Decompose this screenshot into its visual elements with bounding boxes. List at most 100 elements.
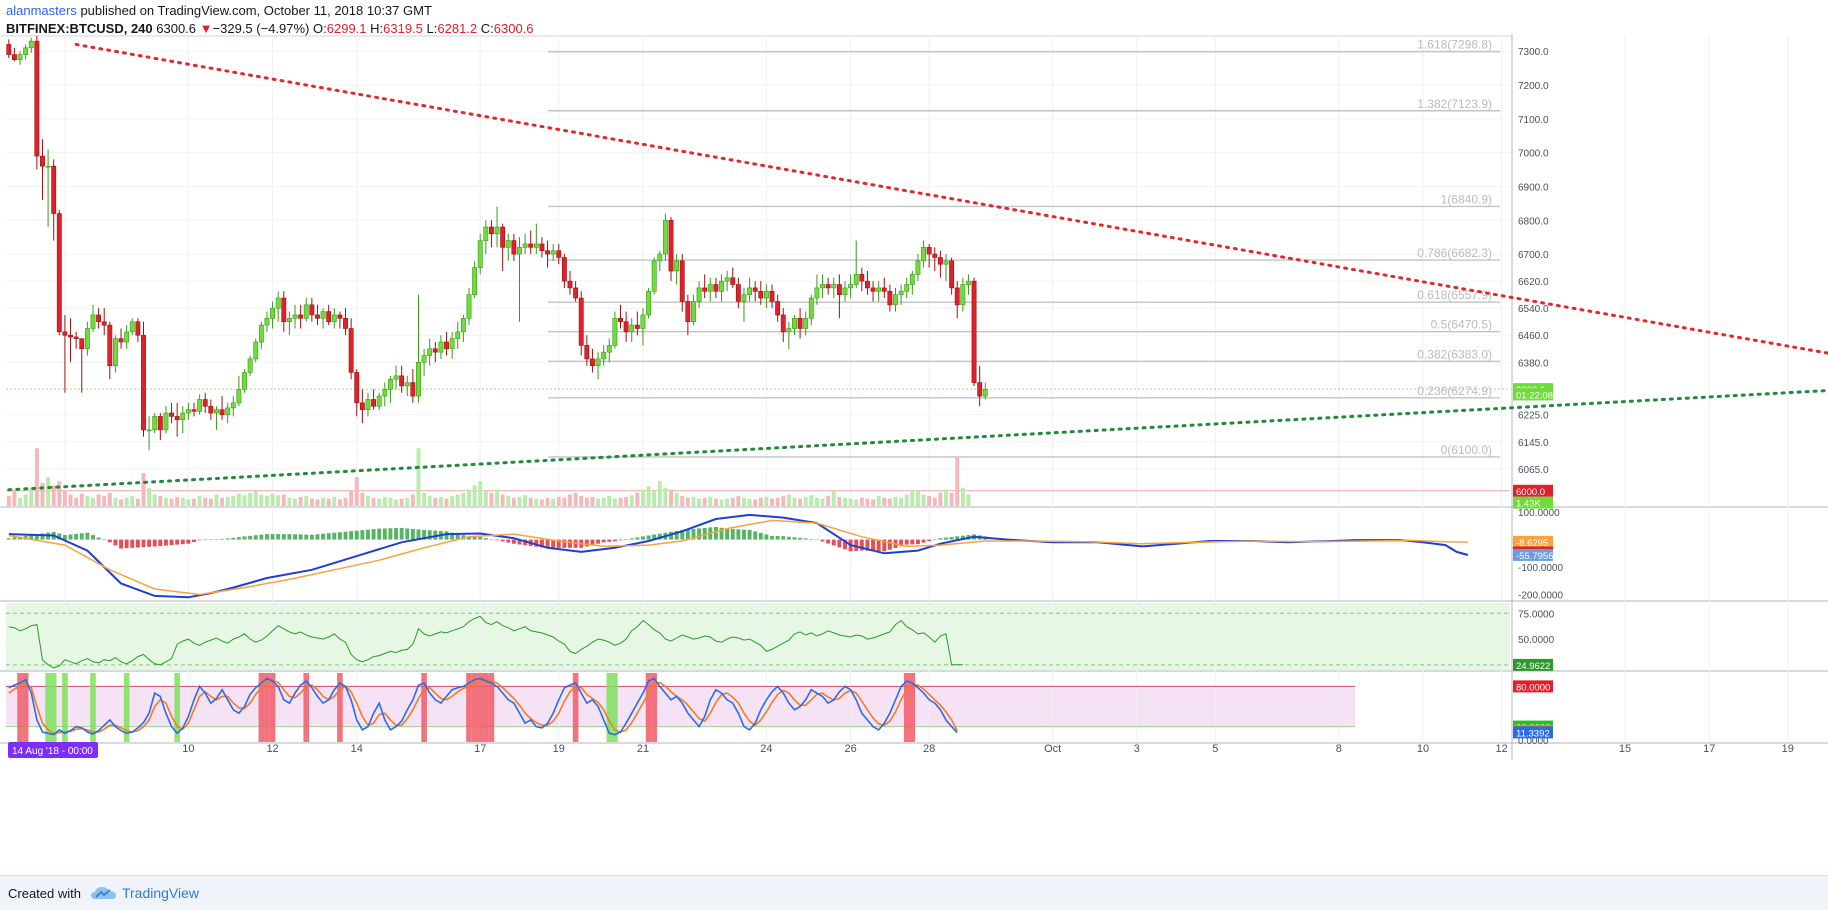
fib-level-label: 0.618(6557.9)	[1417, 288, 1492, 302]
volume-bar	[18, 497, 22, 506]
macd-histogram-bar	[612, 539, 617, 542]
volume-bar	[612, 498, 617, 506]
volume-bar	[309, 498, 314, 506]
volume-bar	[579, 496, 584, 506]
candle-body	[685, 301, 691, 323]
macd-axis-tick: -200.0000	[1518, 591, 1563, 602]
macd-histogram-bar	[770, 535, 774, 540]
volume-bar	[163, 497, 168, 506]
macd-histogram-bar	[107, 539, 112, 543]
macd-histogram-bar	[152, 539, 157, 547]
volume-bar	[753, 499, 758, 506]
macd-histogram-bar	[186, 539, 191, 544]
macd-histogram-bar	[304, 534, 309, 540]
volume-bar	[57, 481, 62, 506]
volume-bar	[388, 497, 393, 506]
candle-body	[62, 331, 68, 336]
volume-bar	[147, 487, 152, 506]
candle-body	[40, 155, 45, 167]
candle-body	[719, 280, 724, 292]
candle-body	[735, 284, 741, 302]
volume-bar	[208, 498, 213, 506]
volume-bar	[450, 496, 455, 506]
volume-bar	[270, 493, 275, 506]
chart-canvas[interactable]: 7300.0 7200.0 7100.0 7000.0 6900.0 6800.0 6700…	[0, 0, 1828, 876]
candle-body	[657, 253, 663, 262]
macd-histogram-bar	[96, 537, 101, 540]
candle-body	[230, 402, 236, 409]
x-axis-tick: 15	[1619, 743, 1631, 755]
volume-bar	[809, 495, 814, 506]
x-axis-tick: 8	[1336, 743, 1342, 755]
volume-bar	[225, 496, 230, 506]
volume-bar	[113, 497, 118, 506]
volume-bar	[944, 489, 948, 506]
macd-histogram-bar	[259, 534, 264, 540]
candle-body	[427, 348, 433, 356]
candle-body	[326, 311, 332, 323]
volume-bar	[640, 489, 645, 506]
resistance-trendline	[74, 42, 1828, 355]
candle-body	[500, 226, 506, 248]
macd-histogram-bar	[927, 539, 932, 542]
candle-body	[696, 287, 702, 302]
macd-histogram-bar	[483, 538, 488, 540]
candle-body	[640, 314, 646, 329]
macd-histogram-bar	[382, 528, 387, 540]
volume-bar	[500, 494, 505, 506]
macd-histogram-bar	[394, 528, 398, 540]
volume-bar	[337, 499, 342, 506]
macd-histogram-bar	[169, 539, 174, 546]
volume-bar	[29, 487, 34, 506]
macd-histogram-bar	[803, 538, 808, 540]
macd-histogram-bar	[158, 539, 163, 546]
volume-bar	[349, 491, 354, 506]
x-axis-tick: 26	[844, 743, 856, 755]
candle-body	[679, 260, 685, 302]
volume-bar	[175, 496, 180, 506]
fib-level-label: 0(6100.0)	[1441, 443, 1492, 457]
macd-histogram-bar	[6, 538, 11, 540]
macd-histogram-bar	[730, 528, 735, 540]
x-axis-tick: 19	[1782, 743, 1794, 755]
volume-bar	[781, 496, 786, 506]
candle-body	[859, 274, 865, 282]
macd-histogram-bar	[697, 528, 702, 540]
candle-body	[724, 277, 730, 282]
x-axis-tick: 14	[351, 743, 363, 755]
volume-bar	[938, 492, 943, 506]
candle-body	[629, 324, 635, 333]
volume-bar	[669, 489, 673, 506]
macd-histogram-bar	[124, 539, 129, 549]
volume-bar	[786, 494, 791, 506]
volume-bar	[932, 497, 937, 506]
candle-body	[814, 287, 820, 299]
volume-bar	[758, 497, 763, 506]
candle-body	[174, 416, 180, 421]
macd-histogram-bar	[399, 527, 404, 540]
macd-histogram-bar	[231, 537, 236, 540]
macd-histogram-bar	[478, 536, 483, 540]
macd-histogram-bar	[225, 538, 230, 540]
volume-bar	[770, 498, 774, 506]
candle-body	[472, 267, 478, 295]
candle-body	[539, 243, 545, 252]
fib-level-label: 1(6840.9)	[1441, 192, 1492, 206]
volume-bar	[91, 497, 95, 506]
volume-bar	[876, 496, 881, 506]
rsi-badge: 24.9622	[1516, 661, 1550, 672]
volume-bar	[192, 498, 196, 506]
volume-bar	[248, 492, 253, 506]
tradingview-brand-link[interactable]: TradingView	[90, 885, 199, 901]
fib-level-label: 1.618(7298.8)	[1417, 38, 1492, 52]
candle-body	[34, 40, 40, 157]
macd-histogram-bar	[713, 526, 718, 540]
volume-bar	[96, 494, 101, 506]
stoch-signal-column	[477, 673, 484, 742]
candle-body	[84, 328, 90, 350]
tradingview-cloud-icon	[90, 887, 116, 899]
volume-bar	[427, 496, 432, 506]
macd-histogram-bar	[837, 539, 842, 548]
candle-body	[96, 314, 102, 323]
macd-histogram-bar	[949, 536, 954, 540]
